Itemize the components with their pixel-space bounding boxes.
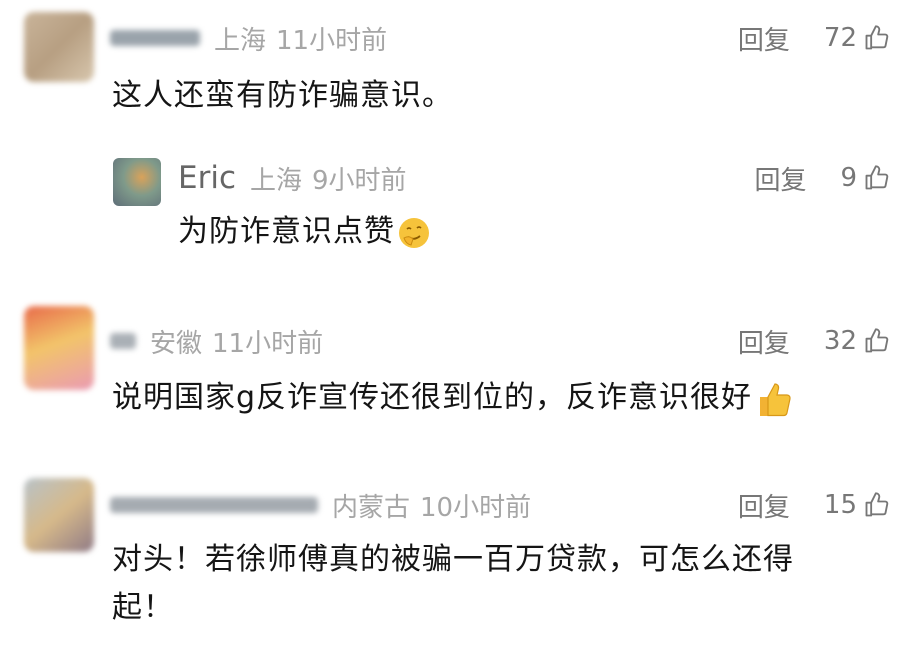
comment-meta: 安徽 11小时前 [110,321,323,361]
comment-actions: 回复 15 [738,485,891,525]
reply-button[interactable]: 回复 [738,487,790,524]
avatar[interactable] [24,306,94,390]
thumbs-up-emoji-icon [760,382,791,416]
timestamp: 9小时前 [312,165,407,196]
username-blurred[interactable] [110,497,318,513]
comment-text-line-2: 起！ [112,590,174,625]
comment-text-content: 为防诈意识点赞 [178,214,395,249]
reply-button[interactable]: 回复 [738,323,790,360]
comment-text-line-1: 对头！若徐师傅真的被骗一百万贷款，可怎么还得 [112,542,794,577]
username-blurred[interactable] [110,30,200,46]
location: 上海 [250,165,303,196]
like-count: 72 [823,23,857,53]
comment-actions: 回复 72 [738,18,891,58]
comment-meta: 内蒙古 10小时前 [110,485,531,525]
location: 上海 [214,25,267,56]
thumbs-up-icon[interactable] [863,491,891,519]
username-blurred[interactable] [110,333,136,349]
location: 安徽 [150,328,203,359]
timestamp: 10小时前 [420,492,532,523]
avatar[interactable] [113,158,161,206]
comment-actions: 回复 32 [738,321,891,361]
reply-button[interactable]: 回复 [754,160,806,197]
like-count: 9 [840,163,857,193]
timestamp: 11小时前 [212,328,324,359]
comment-text: 这人还蛮有防诈骗意识。 [112,78,453,113]
timestamp: 11小时前 [276,25,388,56]
comment-meta: Eric 上海 9小时前 [178,158,407,198]
comment-text: 为防诈意识点赞 [178,208,431,256]
thumbs-up-icon[interactable] [863,24,891,52]
like-count: 32 [823,326,857,356]
comment-text-content: 说明国家g反诈宣传还很到位的，反诈意识很好 [112,380,753,415]
like-count: 15 [823,490,857,520]
smirk-face-icon [399,217,429,248]
reply-button[interactable]: 回复 [738,20,790,57]
username[interactable]: Eric [178,160,236,196]
avatar[interactable] [24,12,94,82]
comment-meta: 上海 11小时前 [110,18,387,58]
thumbs-up-icon[interactable] [863,164,891,192]
comment-actions: 回复 9 [754,158,891,198]
thumbs-up-icon[interactable] [863,327,891,355]
comment-text: 对头！若徐师傅真的被骗一百万贷款，可怎么还得 起！ [112,536,902,632]
location: 内蒙古 [332,492,411,523]
avatar[interactable] [24,478,94,552]
comment-text: 说明国家g反诈宣传还很到位的，反诈意识很好 [112,374,794,422]
